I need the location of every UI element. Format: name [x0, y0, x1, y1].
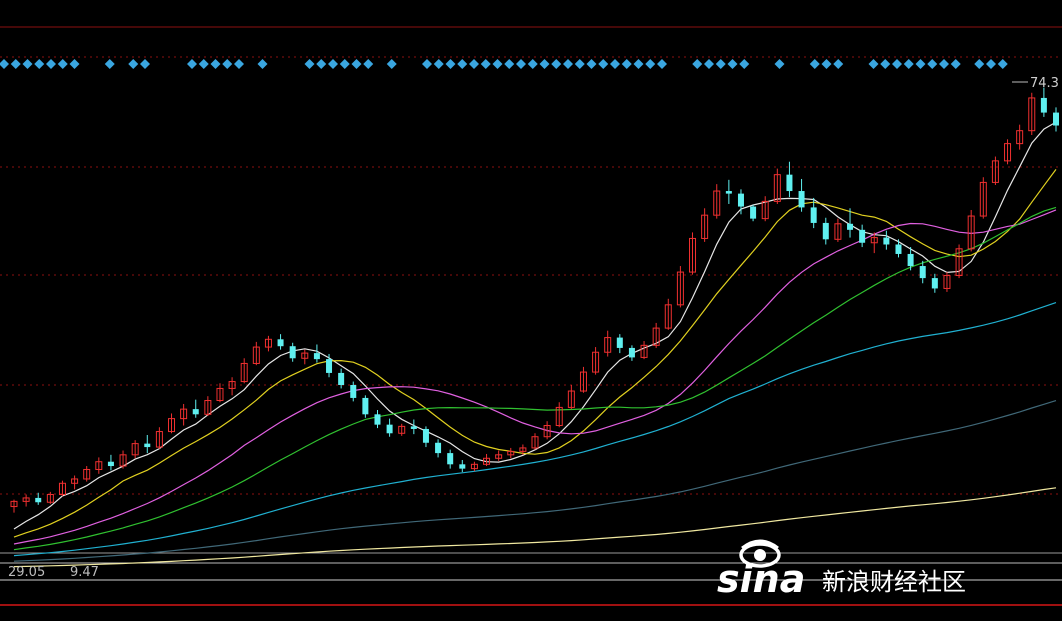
- candle-body: [410, 426, 417, 429]
- candle-body: [907, 253, 914, 267]
- candle-body: [313, 353, 320, 360]
- candle-body: [919, 266, 926, 279]
- candle-body: [725, 191, 732, 194]
- candle-body: [737, 193, 744, 207]
- candle-body: [628, 347, 635, 358]
- candle-body: [798, 191, 805, 208]
- candle-body: [883, 237, 890, 245]
- candle-body: [35, 497, 42, 503]
- candle-body: [338, 372, 345, 385]
- candle-body: [374, 414, 381, 425]
- candle-body: [350, 385, 357, 398]
- candle-body: [362, 397, 369, 415]
- candle-body: [810, 207, 817, 223]
- candle-body: [1040, 97, 1047, 113]
- candle-body: [277, 339, 284, 347]
- sina-logo-text: sina: [717, 557, 805, 601]
- candle-body: [1053, 112, 1059, 126]
- low-marker-label-2: 9.47: [70, 565, 99, 580]
- candle-body: [447, 453, 454, 465]
- candle-body: [750, 206, 757, 219]
- candle-body: [895, 244, 902, 254]
- candle-body: [422, 428, 429, 443]
- candle-body: [435, 442, 442, 454]
- candle-body: [144, 443, 151, 448]
- candle-body: [326, 359, 333, 373]
- candle-body: [822, 222, 829, 240]
- candle-body: [931, 278, 938, 289]
- candle-body: [107, 461, 114, 467]
- chart-background: [0, 0, 1062, 621]
- candle-body: [847, 223, 854, 230]
- candle-body: [459, 464, 466, 469]
- candle-body: [616, 337, 623, 348]
- high-marker-label: 74.3: [1030, 76, 1059, 91]
- low-marker-label: 29.05: [8, 565, 45, 580]
- candle-body: [786, 174, 793, 192]
- stock-candlestick-chart: 74.3 29.05 9.47 sina 新浪财经社区: [0, 0, 1062, 621]
- candle-body: [289, 346, 296, 359]
- candle-body: [859, 229, 866, 243]
- candle-body: [386, 424, 393, 434]
- candle-body: [192, 409, 199, 415]
- watermark-caption: 新浪财经社区: [822, 568, 966, 596]
